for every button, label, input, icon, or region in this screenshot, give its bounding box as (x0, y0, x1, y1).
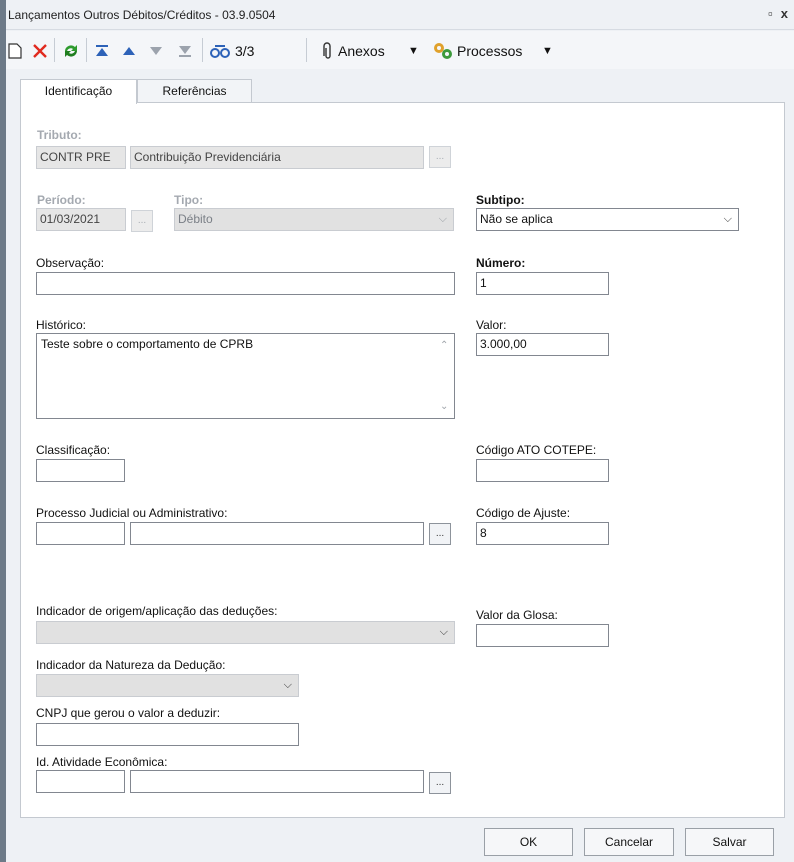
anexos-menu[interactable]: Anexos (338, 40, 385, 62)
processo-desc-input[interactable] (130, 522, 424, 545)
toolbar: 3/3 Anexos ▼ Processos ▼ (6, 31, 794, 69)
historico-scrollbar[interactable]: ⌃ ⌄ (437, 334, 454, 418)
subtipo-label: Subtipo: (476, 193, 525, 207)
search-icon[interactable] (210, 40, 230, 62)
cod-ato-label: Código ATO COTEPE: (476, 443, 597, 457)
next-record-icon[interactable] (149, 40, 163, 62)
historico-label: Histórico: (36, 318, 87, 332)
ind-origem-select[interactable]: ⌵ (36, 621, 455, 644)
atividade-lookup-button[interactable]: ... (429, 772, 451, 794)
periodo-label: Período: (37, 193, 86, 207)
refresh-icon[interactable] (62, 40, 80, 62)
restore-icon[interactable]: ▫ (768, 6, 773, 21)
chevron-down-icon[interactable]: ▼ (408, 40, 419, 62)
processo-lookup-button[interactable]: ... (429, 523, 451, 545)
chevron-down-icon: ⌵ (439, 626, 448, 638)
observacao-input[interactable] (36, 272, 455, 295)
save-button[interactable]: Salvar (685, 828, 774, 856)
numero-input[interactable]: 1 (476, 272, 609, 295)
cancel-button[interactable]: Cancelar (584, 828, 674, 856)
classificacao-label: Classificação: (36, 443, 111, 457)
close-icon[interactable]: x (781, 6, 788, 21)
observacao-label: Observação: (36, 256, 105, 270)
cod-ajuste-input[interactable]: 8 (476, 522, 609, 545)
previous-record-icon[interactable] (122, 40, 136, 62)
subtipo-value: Não se aplica (480, 212, 553, 226)
record-counter: 3/3 (235, 43, 255, 59)
historico-text: Teste sobre o comportamento de CPRB (41, 337, 254, 351)
tab-identificacao[interactable]: Identificação (20, 79, 137, 104)
tributo-desc-input[interactable]: Contribuição Previdenciária (130, 146, 424, 169)
tipo-label: Tipo: (174, 193, 204, 207)
tributo-lookup-button[interactable]: ... (429, 146, 451, 168)
historico-textarea[interactable]: Teste sobre o comportamento de CPRB ⌃ ⌄ (36, 333, 455, 419)
tributo-label: Tributo: (37, 128, 82, 142)
processos-menu[interactable]: Processos (457, 40, 522, 62)
periodo-input[interactable]: 01/03/2021 (36, 208, 126, 231)
scroll-up-icon[interactable]: ⌃ (440, 340, 448, 351)
chevron-down-icon: ⌵ (283, 679, 292, 691)
ind-origem-label: Indicador de origem/aplicação das deduçõ… (36, 604, 278, 618)
valor-glosa-input[interactable] (476, 624, 609, 647)
paperclip-icon (320, 40, 334, 62)
scroll-down-icon[interactable]: ⌄ (440, 401, 448, 412)
first-record-icon[interactable] (94, 40, 110, 62)
window-title: Lançamentos Outros Débitos/Créditos - 03… (8, 8, 276, 22)
cod-ajuste-label: Código de Ajuste: (476, 506, 571, 520)
tributo-code-input[interactable]: CONTR PRE (36, 146, 126, 169)
ok-button[interactable]: OK (484, 828, 573, 856)
chevron-down-icon: ⌵ (438, 213, 447, 225)
periodo-lookup-button[interactable]: ... (131, 210, 153, 232)
dialog-window: Lançamentos Outros Débitos/Créditos - 03… (0, 0, 794, 862)
title-bar: Lançamentos Outros Débitos/Créditos - 03… (6, 0, 794, 30)
subtipo-select[interactable]: Não se aplica ⌵ (476, 208, 739, 231)
valor-input[interactable]: 3.000,00 (476, 333, 609, 356)
cnpj-input[interactable] (36, 723, 299, 746)
delete-icon[interactable] (32, 40, 48, 62)
chevron-down-icon[interactable]: ▼ (542, 40, 553, 62)
ind-natureza-label: Indicador da Natureza da Dedução: (36, 658, 226, 672)
atividade-label: Id. Atividade Econômica: (36, 755, 168, 769)
processo-code-input[interactable] (36, 522, 125, 545)
classificacao-input[interactable] (36, 459, 125, 482)
valor-label: Valor: (476, 318, 507, 332)
gears-icon (432, 40, 454, 62)
numero-label: Número: (476, 256, 526, 270)
cnpj-label: CNPJ que gerou o valor a deduzir: (36, 706, 221, 720)
tab-referencias[interactable]: Referências (137, 79, 252, 103)
atividade-desc-input[interactable] (130, 770, 424, 793)
tipo-value: Débito (178, 212, 213, 226)
new-icon[interactable] (8, 40, 22, 62)
tipo-select[interactable]: Débito ⌵ (174, 208, 454, 231)
last-record-icon[interactable] (177, 40, 193, 62)
processo-label: Processo Judicial ou Administrativo: (36, 506, 228, 520)
ind-natureza-select[interactable]: ⌵ (36, 674, 299, 697)
valor-glosa-label: Valor da Glosa: (476, 608, 558, 622)
cod-ato-input[interactable] (476, 459, 609, 482)
chevron-down-icon: ⌵ (723, 213, 732, 225)
atividade-code-input[interactable] (36, 770, 125, 793)
